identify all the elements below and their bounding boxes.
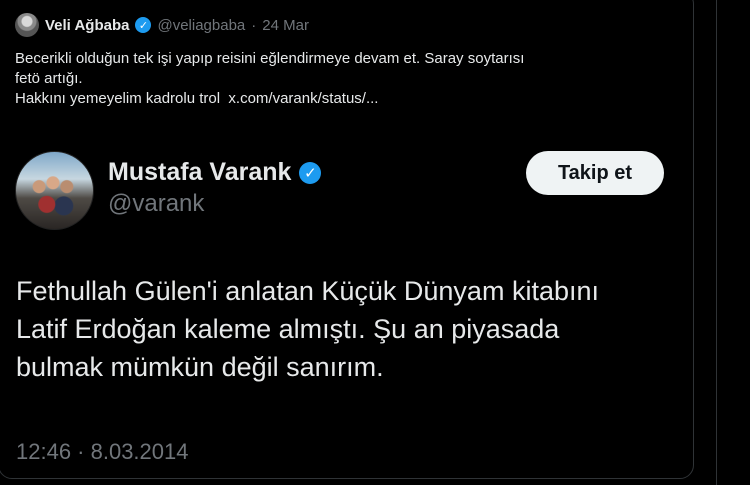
quoted-text-line: fetö artığı. [15,70,83,87]
main-text-line: bulmak mümkün değil sanırım. [16,352,384,382]
quoted-text-line-part: Hakkını yemeyelim kadrolu trol [15,90,221,107]
quoted-tweet-date[interactable]: 24 Mar [262,17,309,34]
main-text-line: Fethullah Gülen'i anlatan Küçük Dünyam k… [16,276,599,306]
quoted-status-link[interactable]: x.com/varank/status/... [228,90,378,107]
tweet-timestamp[interactable]: 12:46 · 8.03.2014 [16,439,188,465]
avatar[interactable] [15,13,39,37]
main-author-name[interactable]: Mustafa Varank [108,158,291,187]
verified-badge-icon: ✓ [299,161,322,184]
follow-button[interactable]: Takip et [526,151,664,195]
quoted-tweet-text: Becerikli olduğun tek işi yapıp reisini … [15,49,675,109]
main-author-name-row: Mustafa Varank ✓ [108,158,322,187]
main-tweet-text: Fethullah Gülen'i anlatan Küçük Dünyam k… [16,272,686,386]
main-author-handle[interactable]: @varank [108,190,204,218]
main-text-line: Latif Erdoğan kaleme almıştı. Şu an piya… [16,314,560,344]
quoted-author-handle[interactable]: @veliagbaba [157,17,245,34]
avatar[interactable] [15,151,94,230]
quoted-tweet-header: Veli Ağbaba ✓ @veliagbaba · 24 Mar [15,12,309,38]
separator: · [251,16,257,34]
quoted-text-line: Becerikli olduğun tek işi yapıp reisini … [15,50,525,67]
quoted-text-line: Hakkını yemeyelim kadrolu trol x.com/var… [15,89,675,109]
column-divider [716,0,717,485]
verified-badge-icon: ✓ [135,17,152,33]
quoted-author-name[interactable]: Veli Ağbaba [45,17,129,34]
